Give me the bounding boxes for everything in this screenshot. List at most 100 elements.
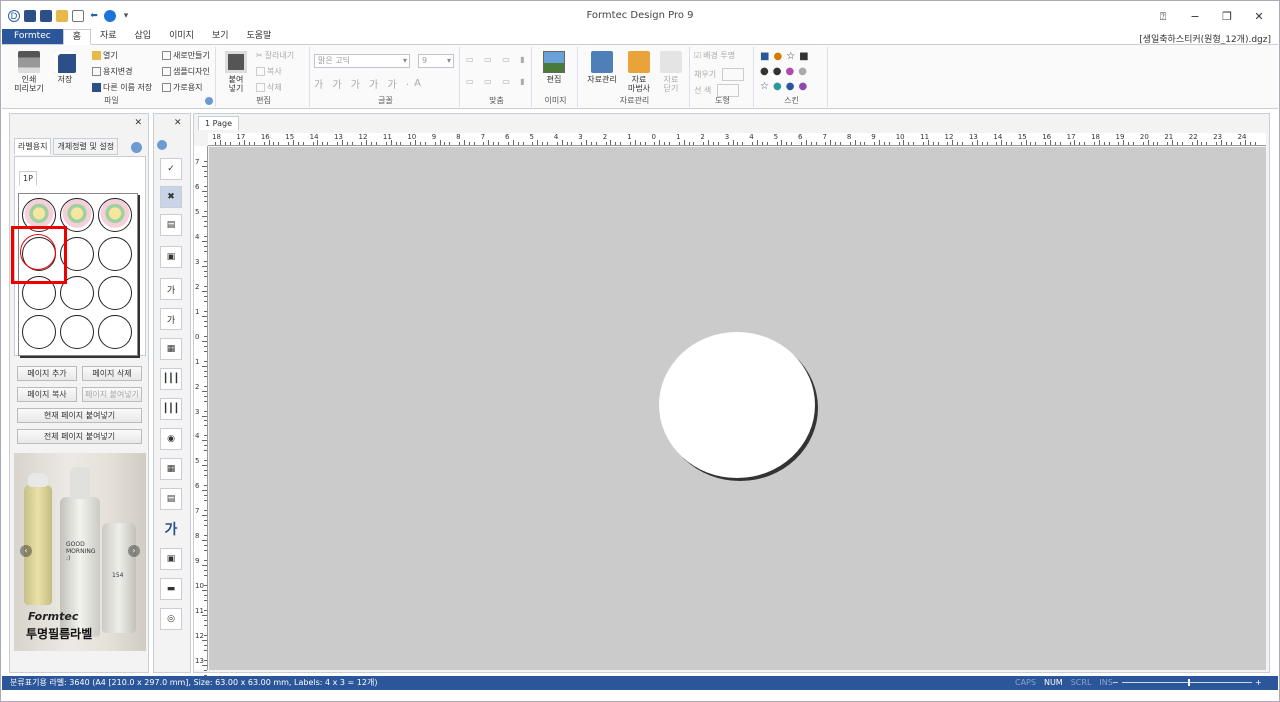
toolbox-close-icon[interactable]: ✕	[174, 118, 182, 128]
ruler-label: 9	[195, 557, 200, 566]
help-icon[interactable]: ⍰	[1150, 8, 1176, 26]
font-size-select[interactable]: 9	[418, 54, 454, 68]
align-row-1[interactable]: ▭ ▭ ▭ ▮	[466, 55, 529, 64]
tab-data[interactable]: 자료	[91, 29, 126, 44]
skin-row-2[interactable]: ● ● ● ●	[760, 66, 809, 77]
file-group-launcher-icon[interactable]	[205, 97, 213, 105]
ruler-label: 3	[724, 133, 730, 141]
page-tab[interactable]: 1 Page	[198, 116, 239, 130]
wizard-icon	[628, 51, 650, 73]
table-tool-icon[interactable]: ▦	[160, 458, 182, 480]
cd-label-tool-icon[interactable]: ◎	[160, 608, 182, 630]
ruler-label: 13	[195, 657, 204, 666]
ad-next-arrow-icon[interactable]: ›	[128, 545, 140, 557]
tab-help[interactable]: 도움말	[238, 29, 281, 44]
minimize-button[interactable]: −	[1182, 8, 1208, 26]
tab-insert[interactable]: 삽입	[126, 29, 161, 44]
circle-label-shape[interactable]	[659, 332, 815, 478]
label-paper-panel: ✕ 라벨용지 개체정렬 및 설정 1P 페이지 추가 페이지 삭제 페이지 복사…	[9, 113, 149, 673]
group-shape: ☑ 배경 투명 채우기 선 색 도형	[692, 47, 754, 107]
file-path: [생일축하스티커(원형_12개).dgz]	[1139, 35, 1271, 45]
toolbox-nav-icon[interactable]	[157, 140, 167, 150]
work-area[interactable]	[209, 147, 1266, 670]
open-button[interactable]: 열기	[92, 50, 118, 61]
picture-tool-icon[interactable]: ▣	[160, 548, 182, 570]
zoom-slider[interactable]	[1122, 679, 1252, 686]
add-page-button[interactable]: 페이지 추가	[17, 366, 77, 381]
data-wizard-button[interactable]: 자료 마법사	[624, 51, 654, 93]
copy-button[interactable]: 복사	[256, 66, 282, 77]
tab-home[interactable]: 홈	[62, 29, 91, 45]
label-cell[interactable]	[98, 198, 132, 232]
barcode-tool-icon[interactable]: ┃┃┃	[160, 368, 182, 390]
sample-design-button[interactable]: 샘플디자인	[162, 66, 210, 77]
object-toolbox: ✕ ✓ ✖ ▤ ▣ 가 가 ▦ ┃┃┃ ┃┃┃ ◉ ▦ ▤ 가 ▣ ▬ ◎	[153, 113, 191, 673]
tab-arrange[interactable]: 개체정렬 및 설정	[53, 138, 119, 155]
data-close-button[interactable]: 자료 닫기	[658, 51, 684, 93]
paste-button[interactable]: 붙여 넣기	[224, 51, 248, 93]
paste-current-page-button[interactable]: 현재 페이지 붙여넣기	[17, 408, 142, 423]
clipart-tool-icon[interactable]: ◉	[160, 428, 182, 450]
ruler-label: 6	[195, 182, 200, 191]
vertical-text-tool-icon[interactable]: 가	[160, 278, 182, 300]
paste-all-pages-button[interactable]: 전체 페이지 붙여넣기	[17, 429, 142, 444]
tab-formtec[interactable]: Formtec	[2, 29, 63, 44]
ruler-label: 8	[456, 133, 461, 141]
save-as-button[interactable]: 다른 이름 저장	[92, 82, 152, 93]
tab-label-paper[interactable]: 라벨용지	[14, 138, 52, 155]
new-button[interactable]: 새로만들기	[162, 50, 210, 61]
bg-transparent-checkbox[interactable]: ☑ 배경 투명	[694, 50, 735, 61]
zoom-in-button[interactable]: +	[1255, 676, 1262, 690]
background-tool-icon[interactable]: ▬	[160, 578, 182, 600]
label-cell[interactable]	[60, 315, 94, 349]
restore-button[interactable]: ❐	[1214, 8, 1240, 26]
text-art-tool-icon[interactable]: 가	[160, 308, 182, 330]
ruler-label: 4	[749, 133, 754, 141]
checkbox-icon: ☑	[694, 51, 702, 60]
edit-image-button[interactable]: 편집	[542, 51, 566, 84]
color-barcode-tool-icon[interactable]: ┃┃┃	[160, 398, 182, 420]
printer-icon	[18, 51, 40, 73]
print-preview-button[interactable]: 인쇄 미리보기	[12, 51, 46, 93]
copy-page-button[interactable]: 페이지 복사	[17, 387, 77, 402]
cut-button[interactable]: ✂ 잘라내기	[256, 50, 294, 61]
skin-row-3[interactable]: ☆ ● ● ●	[760, 81, 809, 92]
panel-nav-icon[interactable]	[131, 142, 142, 153]
page-tab-1p[interactable]: 1P	[19, 171, 37, 186]
image-tool-icon[interactable]: ▣	[160, 246, 182, 268]
paper-change-button[interactable]: 용지변경	[92, 66, 132, 77]
tab-view[interactable]: 보기	[203, 29, 238, 44]
zoom-out-button[interactable]: −	[1112, 676, 1119, 690]
ad-banner[interactable]: GOOD MORNING :) 154 ‹ › Formtec 투명필름라벨	[14, 453, 146, 651]
ruler-label: 2	[195, 382, 200, 391]
fill-color[interactable]: 채우기	[694, 68, 745, 81]
delete-button[interactable]: 삭제	[256, 82, 282, 93]
ad-title: 투명필름라벨	[26, 627, 93, 641]
align-row-2[interactable]: ▭ ▭ ▭ ▮	[466, 77, 529, 86]
ribbon-tabs: Formtec 홈 자료 삽입 이미지 보기 도움말	[2, 29, 1278, 45]
label-cell[interactable]	[98, 315, 132, 349]
label-cell[interactable]	[98, 237, 132, 271]
paste-page-button[interactable]: 페이지 붙여넣기	[82, 387, 142, 402]
label-cell[interactable]	[22, 315, 56, 349]
delete-tool-icon[interactable]: ✖	[160, 186, 182, 208]
ruler-label: 7	[195, 158, 200, 166]
save-button[interactable]: 저장	[52, 51, 78, 84]
delete-page-button[interactable]: 페이지 삭제	[82, 366, 142, 381]
text-tool-icon[interactable]: 가	[160, 518, 182, 540]
label-cell[interactable]	[98, 276, 132, 310]
qr-code-tool-icon[interactable]: ▦	[160, 338, 182, 360]
data-manage-button[interactable]: 자료관리	[584, 51, 620, 84]
landscape-button[interactable]: 가로용지	[162, 82, 202, 93]
font-name-select[interactable]: 맑은 고딕	[314, 54, 410, 68]
ad-prev-arrow-icon[interactable]: ‹	[20, 545, 32, 557]
close-button[interactable]: ✕	[1246, 8, 1272, 26]
tab-image[interactable]: 이미지	[160, 29, 203, 44]
font-style-buttons[interactable]: 가 가 가 가 가 · A	[314, 76, 424, 91]
select-tool-icon[interactable]: ✓	[160, 158, 182, 180]
document-tool-icon[interactable]: ▤	[160, 488, 182, 510]
skin-row-1[interactable]: ■ ● ☆ ■	[760, 51, 811, 62]
text-box-tool-icon[interactable]: ▤	[160, 214, 182, 236]
panel-close-icon[interactable]: ✕	[134, 118, 142, 128]
ruler-label: 3	[195, 257, 200, 266]
